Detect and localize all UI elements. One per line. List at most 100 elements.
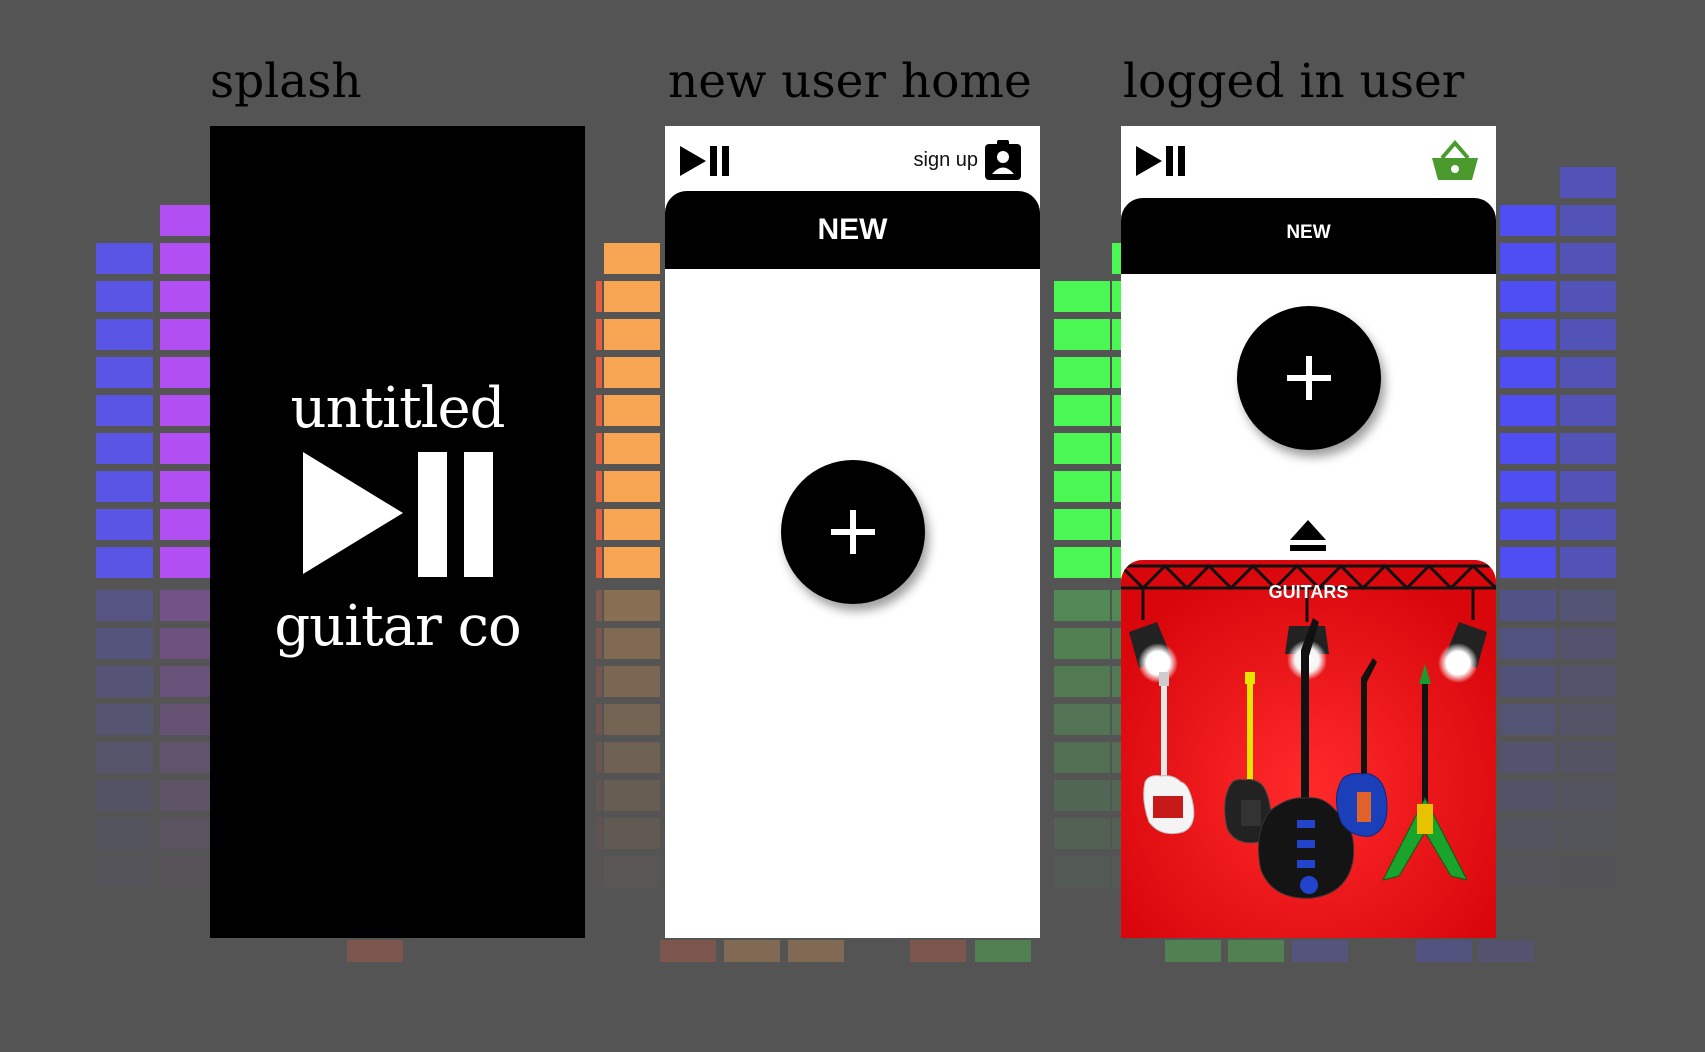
splash-brand-logo: untitled guitar co bbox=[210, 378, 585, 658]
equalizer-cell bbox=[1500, 357, 1556, 388]
equalizer-cell bbox=[1054, 395, 1110, 426]
equalizer-cell bbox=[596, 547, 602, 578]
equalizer-reflection-cell bbox=[596, 704, 602, 735]
equalizer-cell bbox=[1054, 281, 1110, 312]
equalizer-cell bbox=[160, 281, 214, 312]
equalizer-cell bbox=[96, 243, 153, 274]
equalizer-reflection-cell bbox=[596, 742, 602, 773]
equalizer-cell bbox=[604, 357, 660, 388]
equalizer-cell bbox=[596, 395, 602, 426]
equalizer-reflection-cell bbox=[788, 940, 844, 962]
new-section-header[interactable]: NEW bbox=[1121, 198, 1496, 274]
equalizer-cell bbox=[96, 471, 153, 502]
user-badge-icon bbox=[985, 140, 1021, 180]
plus-icon bbox=[831, 510, 875, 554]
splash-screen: untitled guitar co bbox=[210, 126, 585, 938]
equalizer-reflection-cell bbox=[1500, 590, 1556, 621]
section-title: NEW bbox=[817, 213, 888, 246]
equalizer-reflection-cell bbox=[596, 856, 602, 887]
equalizer-reflection-cell bbox=[1165, 940, 1221, 962]
brand-name-top: untitled bbox=[290, 376, 506, 441]
equalizer-reflection-cell bbox=[596, 780, 602, 811]
equalizer-reflection-cell bbox=[1054, 818, 1110, 849]
equalizer-cell bbox=[604, 471, 660, 502]
equalizer-cell bbox=[1500, 471, 1556, 502]
equalizer-reflection-cell bbox=[1500, 704, 1556, 735]
guitars-stage-illustration bbox=[1121, 560, 1496, 938]
equalizer-reflection-cell bbox=[1228, 940, 1284, 962]
equalizer-cell bbox=[1054, 433, 1110, 464]
equalizer-reflection-cell bbox=[96, 780, 153, 811]
equalizer-reflection-cell bbox=[596, 590, 602, 621]
equalizer-reflection-cell bbox=[1500, 818, 1556, 849]
equalizer-reflection-cell bbox=[1500, 856, 1556, 887]
logged-in-user-screen: NEW GUITARS bbox=[1121, 126, 1496, 938]
equalizer-cell bbox=[160, 471, 214, 502]
brand-name-bottom: guitar co bbox=[274, 594, 521, 659]
equalizer-reflection-cell bbox=[1500, 666, 1556, 697]
equalizer-cell bbox=[604, 433, 660, 464]
equalizer-cell bbox=[1560, 205, 1616, 236]
equalizer-reflection-cell bbox=[604, 628, 660, 659]
equalizer-cell bbox=[160, 433, 214, 464]
equalizer-cell bbox=[96, 395, 153, 426]
equalizer-cell bbox=[1560, 547, 1616, 578]
add-button[interactable] bbox=[781, 460, 925, 604]
guitars-category-card[interactable]: GUITARS bbox=[1121, 560, 1496, 938]
play-pause-icon[interactable] bbox=[1136, 144, 1186, 178]
equalizer-reflection-cell bbox=[1054, 628, 1110, 659]
equalizer-cell bbox=[1500, 433, 1556, 464]
equalizer-cell bbox=[160, 243, 214, 274]
equalizer-cell bbox=[1500, 281, 1556, 312]
equalizer-cell bbox=[160, 509, 214, 540]
equalizer-reflection-cell bbox=[724, 940, 780, 962]
equalizer-cell bbox=[1560, 471, 1616, 502]
equalizer-cell bbox=[160, 395, 214, 426]
equalizer-reflection-cell bbox=[1500, 780, 1556, 811]
equalizer-reflection-cell bbox=[96, 628, 153, 659]
sign-up-label: sign up bbox=[913, 148, 979, 171]
equalizer-reflection-cell bbox=[975, 940, 1031, 962]
play-pause-icon[interactable] bbox=[680, 144, 730, 178]
equalizer-cell bbox=[1500, 243, 1556, 274]
equalizer-reflection-cell bbox=[160, 704, 214, 735]
logged-in-user-caption: logged in user bbox=[1123, 54, 1465, 109]
plus-icon bbox=[1287, 356, 1331, 400]
app-bar bbox=[1121, 126, 1496, 196]
basket-icon[interactable] bbox=[1432, 140, 1478, 182]
equalizer-cell bbox=[96, 281, 153, 312]
equalizer-reflection-cell bbox=[96, 704, 153, 735]
equalizer-cell bbox=[96, 357, 153, 388]
add-button[interactable] bbox=[1237, 306, 1381, 450]
sign-up-button[interactable]: sign up bbox=[914, 138, 1023, 182]
equalizer-cell bbox=[1560, 433, 1616, 464]
equalizer-reflection-cell bbox=[96, 590, 153, 621]
equalizer-reflection-cell bbox=[1560, 742, 1616, 773]
play-pause-icon bbox=[302, 452, 493, 577]
equalizer-reflection-cell bbox=[596, 628, 602, 659]
equalizer-cell bbox=[596, 357, 602, 388]
equalizer-cell bbox=[1560, 395, 1616, 426]
app-bar: sign up bbox=[665, 126, 1040, 196]
equalizer-reflection-cell bbox=[96, 818, 153, 849]
equalizer-cell bbox=[1560, 243, 1616, 274]
equalizer-cell bbox=[96, 319, 153, 350]
equalizer-cell bbox=[1500, 509, 1556, 540]
equalizer-reflection-cell bbox=[1416, 940, 1472, 962]
equalizer-cell bbox=[160, 547, 214, 578]
equalizer-reflection-cell bbox=[1500, 628, 1556, 659]
equalizer-cell bbox=[596, 433, 602, 464]
equalizer-cell bbox=[596, 509, 602, 540]
equalizer-reflection-cell bbox=[1054, 856, 1110, 887]
equalizer-reflection-cell bbox=[1500, 742, 1556, 773]
equalizer-cell bbox=[1500, 395, 1556, 426]
equalizer-reflection-cell bbox=[596, 666, 602, 697]
section-title: NEW bbox=[1286, 222, 1331, 243]
equalizer-reflection-cell bbox=[1560, 666, 1616, 697]
eject-icon[interactable] bbox=[1290, 520, 1326, 552]
equalizer-reflection-cell bbox=[160, 666, 214, 697]
new-section-header[interactable]: NEW bbox=[665, 191, 1040, 269]
equalizer-reflection-cell bbox=[1054, 590, 1110, 621]
equalizer-cell bbox=[596, 471, 602, 502]
equalizer-reflection-cell bbox=[1560, 818, 1616, 849]
